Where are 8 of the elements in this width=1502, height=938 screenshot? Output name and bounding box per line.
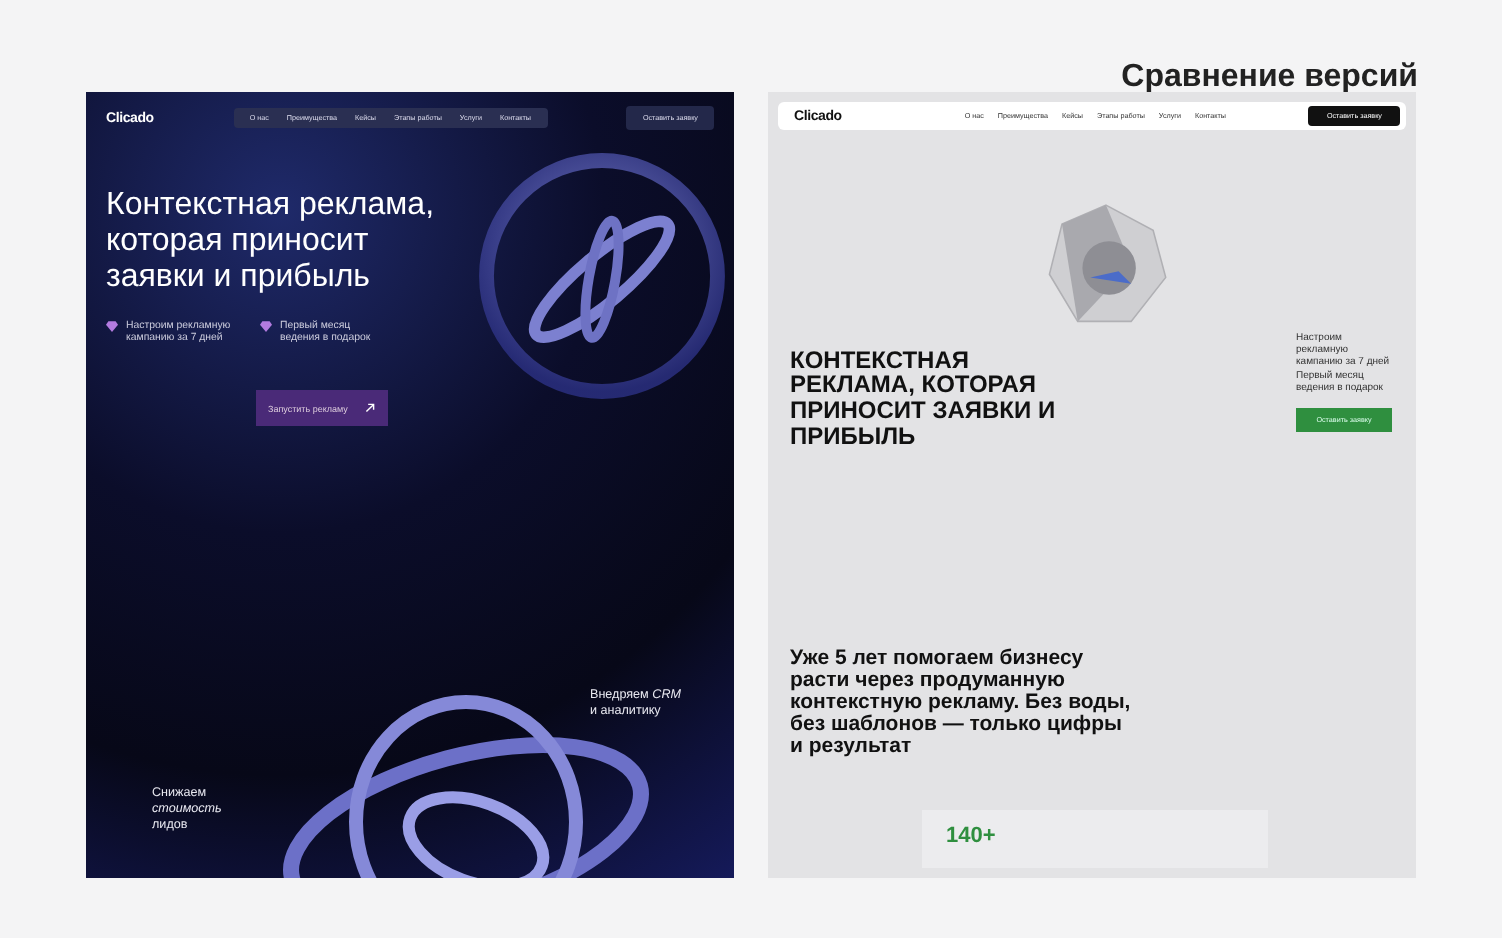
stat-number: 140+: [946, 824, 996, 849]
intro-text: Уже 5 лет помогаем бизнесу расти через продуманную контекстную рекламу. Без воды, без шаблонов — только цифры и результат: [790, 648, 1133, 759]
hero-headline: Контекстная реклама, которая приносит заявки и прибыль: [106, 188, 437, 296]
gem-icon: [260, 319, 272, 332]
hero-headline: КОНТЕКСТНАЯ РЕКЛАМА, КОТОРАЯ ПРИНОСИТ ЗАЯВКИ И ПРИБЫЛЬ: [790, 347, 1058, 449]
gem-icon: [106, 319, 118, 332]
arrow-icon: [364, 402, 376, 415]
page-title: Сравнение версий: [1121, 60, 1418, 92]
